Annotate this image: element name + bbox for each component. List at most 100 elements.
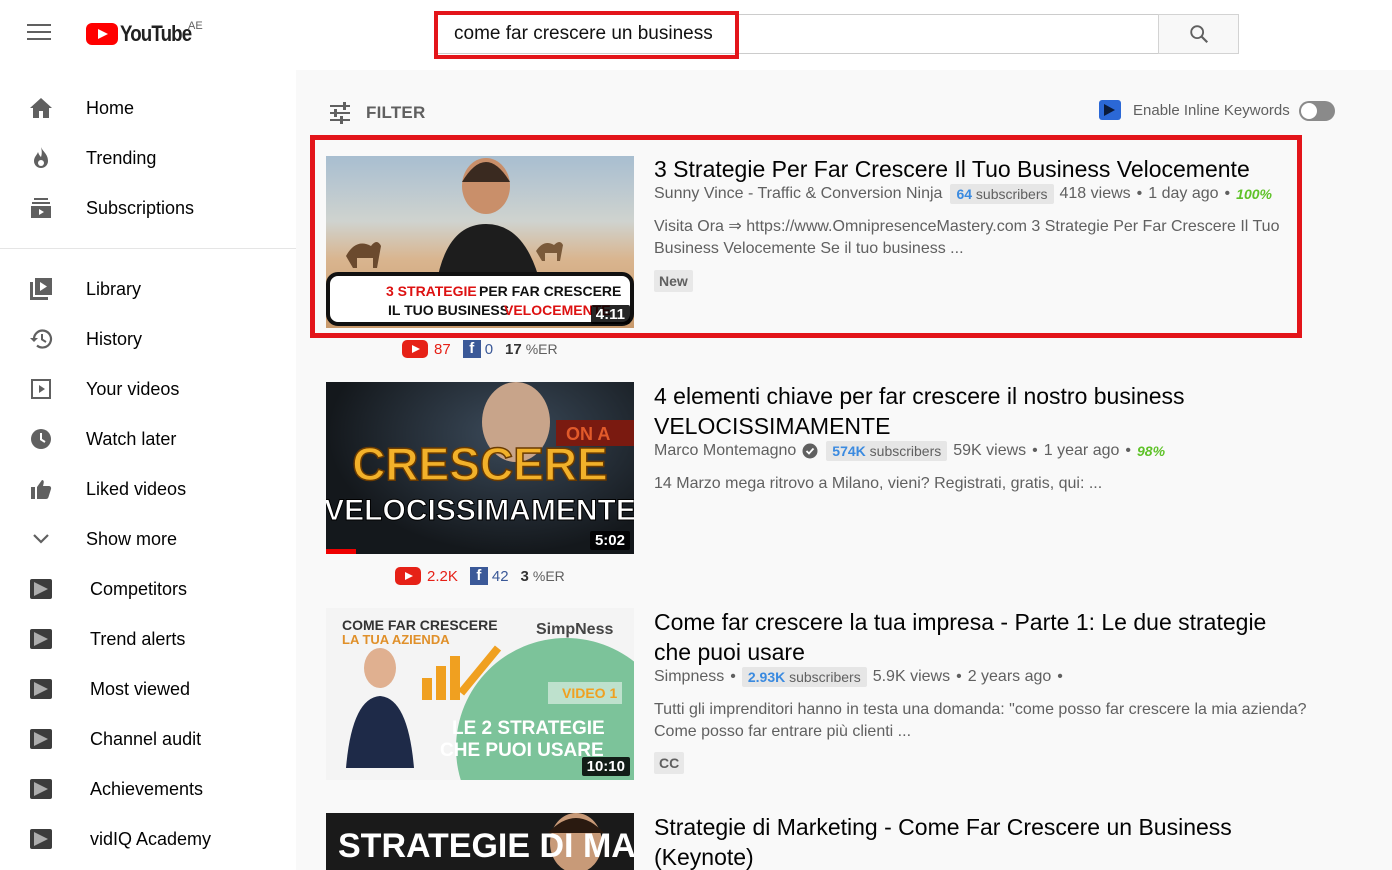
- channel-name[interactable]: Marco Montemagno: [654, 442, 796, 460]
- sidebar-item-library[interactable]: Library: [0, 269, 296, 309]
- facebook-icon: f: [462, 340, 481, 358]
- video-thumbnail[interactable]: COME FAR CRESCERE LA TUA AZIENDA SimpNes…: [326, 608, 634, 780]
- sidebar: Home Trending Subscriptions Library Hist…: [0, 70, 296, 870]
- video-description: 14 Marzo mega ritrovo a Milano, vieni? R…: [654, 475, 1103, 492]
- thumbnail-text: VIDEO 1: [562, 685, 617, 701]
- engagement-stats: 87 f 0 17 %ER: [402, 340, 558, 358]
- chevron-down-icon: [28, 527, 54, 551]
- youtube-play-icon: [86, 23, 118, 45]
- youtube-logo[interactable]: YouTube: [86, 20, 204, 48]
- video-title[interactable]: 3 Strategie Per Far Crescere Il Tuo Busi…: [654, 154, 1294, 184]
- sidebar-item-trend-alerts[interactable]: Trend alerts: [0, 619, 296, 659]
- sidebar-item-achievements[interactable]: Achievements: [0, 769, 296, 809]
- thumbnail-text: IL TUO BUSINESS: [388, 302, 509, 318]
- thumbnail-image: ON A CRESCERE VELOCISSIMAMENTE: [326, 382, 634, 554]
- upload-age: 2 years ago: [967, 668, 1052, 685]
- vidiq-score: 98%: [1137, 443, 1166, 459]
- vidiq-icon: [28, 727, 54, 751]
- video-duration: 10:10: [581, 757, 630, 776]
- upload-age: 1 day ago: [1148, 185, 1219, 202]
- inline-keywords-control: Enable Inline Keywords: [1099, 100, 1290, 120]
- video-title[interactable]: Come far crescere la tua impresa - Parte…: [654, 607, 1294, 667]
- home-icon: [28, 96, 54, 120]
- thumbnail-text: PER FAR CRESCERE: [479, 283, 621, 299]
- upload-age: 1 year ago: [1043, 442, 1120, 459]
- sidebar-item-channel-audit[interactable]: Channel audit: [0, 719, 296, 759]
- channel-name[interactable]: Sunny Vince - Traffic & Conversion Ninja: [654, 185, 942, 203]
- engagement-rate: 3: [520, 567, 529, 585]
- view-count: 5.9K views: [872, 668, 951, 685]
- video-thumbnail[interactable]: STRATEGIE DI MARKETING: [326, 813, 634, 870]
- video-title[interactable]: Strategie di Marketing - Come Far Cresce…: [654, 812, 1294, 870]
- sidebar-item-history[interactable]: History: [0, 319, 296, 359]
- sidebar-item-trending[interactable]: Trending: [0, 138, 296, 178]
- youtube-stat: 2.2K: [427, 567, 458, 585]
- engagement-rate: 17: [505, 340, 522, 358]
- view-count: 59K views: [953, 442, 1027, 459]
- menu-icon[interactable]: [27, 24, 53, 44]
- thumbnail-text: VELOCISSIMAMENTE: [326, 494, 634, 527]
- vidiq-icon: [1099, 100, 1121, 120]
- vidiq-icon: [28, 827, 54, 851]
- sidebar-item-subscriptions[interactable]: Subscriptions: [0, 188, 296, 228]
- sidebar-divider: [0, 248, 296, 249]
- vidiq-icon: [28, 577, 54, 601]
- thumbnail-text: LE 2 STRATEGIE: [452, 718, 605, 739]
- thumbnail-text: SimpNess: [536, 621, 613, 638]
- thumbnail-text: CRESCERE: [352, 438, 608, 490]
- thumbnail-image: STRATEGIE DI MARKETING: [338, 813, 634, 870]
- library-icon: [28, 277, 54, 301]
- thumbnail-text: 3 STRATEGIE: [386, 283, 477, 299]
- cc-badge: CC: [654, 752, 685, 774]
- sidebar-item-home[interactable]: Home: [0, 88, 296, 128]
- video-meta: Simpness • 2.93K subscribers 5.9K views …: [654, 667, 1063, 687]
- video-duration: 5:02: [589, 531, 630, 550]
- search-icon: [1189, 25, 1208, 44]
- subscriptions-icon: [28, 196, 54, 220]
- thumbnail-image: COME FAR CRESCERE LA TUA AZIENDA SimpNes…: [326, 608, 634, 780]
- filter-icon: [330, 102, 350, 124]
- sidebar-item-vidiq-academy[interactable]: vidIQ Academy: [0, 819, 296, 859]
- youtube-icon: [395, 567, 421, 585]
- subscriber-count: 2.93K subscribers: [741, 667, 867, 687]
- thumbnail-image: 3 STRATEGIE PER FAR CRESCERE IL TUO BUSI…: [326, 158, 634, 326]
- facebook-stat: 42: [491, 567, 509, 585]
- search-bar: [437, 14, 1239, 54]
- video-meta: Sunny Vince - Traffic & Conversion Ninja…: [654, 184, 1272, 204]
- video-thumbnail[interactable]: ON A CRESCERE VELOCISSIMAMENTE 5:02: [326, 382, 634, 554]
- video-thumbnail[interactable]: 3 STRATEGIE PER FAR CRESCERE IL TUO BUSI…: [326, 156, 634, 328]
- youtube-icon: [402, 340, 428, 358]
- country-code: AE: [188, 20, 203, 32]
- verified-icon: [802, 443, 818, 459]
- engagement-stats: 2.2K f 42 3 %ER: [395, 567, 565, 585]
- new-badge: New: [654, 270, 693, 292]
- history-icon: [28, 327, 54, 351]
- sidebar-item-watch-later[interactable]: Watch later: [0, 419, 296, 459]
- video-meta: Marco Montemagno 574K subscribers 59K vi…: [654, 441, 1166, 461]
- sidebar-item-your-videos[interactable]: Your videos: [0, 369, 296, 409]
- sidebar-item-competitors[interactable]: Competitors: [0, 569, 296, 609]
- your-videos-icon: [28, 377, 54, 401]
- sidebar-item-liked-videos[interactable]: Liked videos: [0, 469, 296, 509]
- search-input[interactable]: [437, 14, 1158, 54]
- channel-name[interactable]: Simpness: [654, 668, 724, 686]
- watch-later-icon: [28, 427, 54, 451]
- filter-button[interactable]: FILTER: [328, 98, 425, 128]
- sidebar-item-most-viewed[interactable]: Most viewed: [0, 669, 296, 709]
- masthead: YouTube AE: [0, 0, 1392, 70]
- youtube-stat: 87: [434, 340, 451, 358]
- video-duration: 4:11: [590, 305, 630, 324]
- view-count: 418 views: [1059, 185, 1131, 202]
- inline-keywords-toggle[interactable]: [1299, 101, 1335, 121]
- sidebar-item-show-more[interactable]: Show more: [0, 519, 296, 559]
- video-description: Tutti gli imprenditori hanno in testa un…: [654, 701, 1307, 740]
- thumbnail-text: COME FAR CRESCERE: [342, 617, 498, 633]
- video-title[interactable]: 4 elementi chiave per far crescere il no…: [654, 381, 1294, 441]
- search-button[interactable]: [1158, 14, 1239, 54]
- liked-videos-icon: [28, 477, 54, 501]
- vidiq-score: 100%: [1236, 186, 1272, 202]
- vidiq-icon: [28, 677, 54, 701]
- video-description: Visita Ora ⇒ https://www.OmnipresenceMas…: [654, 218, 1280, 257]
- facebook-stat: 0: [484, 340, 494, 358]
- vidiq-icon: [28, 627, 54, 651]
